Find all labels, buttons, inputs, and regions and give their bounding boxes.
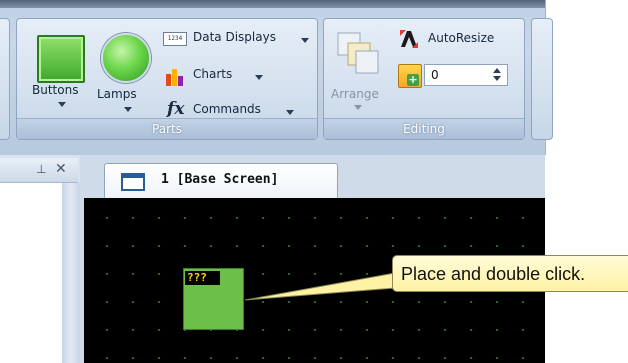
layer-add-icon: + (398, 64, 422, 88)
lamps-label: Lamps (97, 87, 137, 101)
autoresize-button[interactable]: AutoResize (398, 27, 518, 51)
chevron-down-icon (286, 110, 294, 115)
editing-group-caption: Editing (324, 118, 524, 139)
dock-pane-header: ⊥ ✕ (0, 158, 78, 183)
button-square-icon (37, 35, 85, 83)
lamp-circle-icon (101, 33, 151, 83)
data-displays-label: Data Displays (193, 30, 276, 44)
chevron-down-icon (301, 38, 309, 43)
autoresize-label: AutoResize (428, 31, 495, 45)
layer-spinner: + 0 (398, 63, 510, 88)
layer-number-value: 0 (431, 68, 439, 82)
ribbon-group-editing: Editing Arrange AutoResize + 0 (323, 18, 525, 140)
ribbon-top-bar (0, 0, 545, 8)
buttons-label: Buttons (32, 83, 79, 97)
tab-base-screen[interactable]: 1 [Base Screen] (104, 163, 338, 199)
lamp-tag-label: ??? (185, 271, 220, 285)
arrange-label: Arrange (331, 87, 379, 101)
pane-splitter[interactable] (62, 183, 80, 363)
callout-pointer (244, 272, 396, 301)
function-icon: fx (167, 99, 185, 119)
close-icon[interactable]: ✕ (55, 161, 67, 177)
pin-icon[interactable]: ⊥ (36, 162, 46, 176)
chevron-down-icon (255, 75, 263, 80)
buttons-button[interactable]: Buttons (23, 23, 85, 117)
arrange-button[interactable]: Arrange (328, 27, 384, 117)
data-displays-menu-button[interactable]: 1234 Data Displays (163, 29, 311, 49)
commands-menu-button[interactable]: fx Commands (163, 99, 303, 121)
spinner-arrows-icon[interactable] (491, 68, 503, 82)
ribbon-group-partial-right (531, 18, 553, 140)
parts-group-caption: Parts (17, 118, 317, 139)
charts-label: Charts (193, 67, 233, 81)
ribbon-group-parts: Parts Buttons Lamps 1234 Data Displays C… (16, 18, 318, 140)
chevron-down-icon (354, 105, 362, 110)
chevron-down-icon (58, 102, 66, 107)
tab-label: 1 [Base Screen] (161, 172, 279, 187)
instruction-callout: Place and double click. (392, 255, 628, 292)
dock-pane-body (0, 183, 63, 363)
autoresize-icon (398, 28, 420, 50)
charts-menu-button[interactable]: Charts (163, 64, 273, 86)
commands-label: Commands (193, 102, 261, 116)
data-display-icon: 1234 (163, 32, 187, 46)
lamps-button[interactable]: Lamps (87, 23, 151, 117)
layer-number-input[interactable]: 0 (424, 64, 508, 86)
screen-window-icon (121, 173, 145, 191)
chevron-down-icon (124, 107, 132, 112)
ribbon-group-partial (0, 18, 10, 140)
bar-chart-icon (165, 68, 187, 86)
arrange-icon (336, 31, 380, 75)
